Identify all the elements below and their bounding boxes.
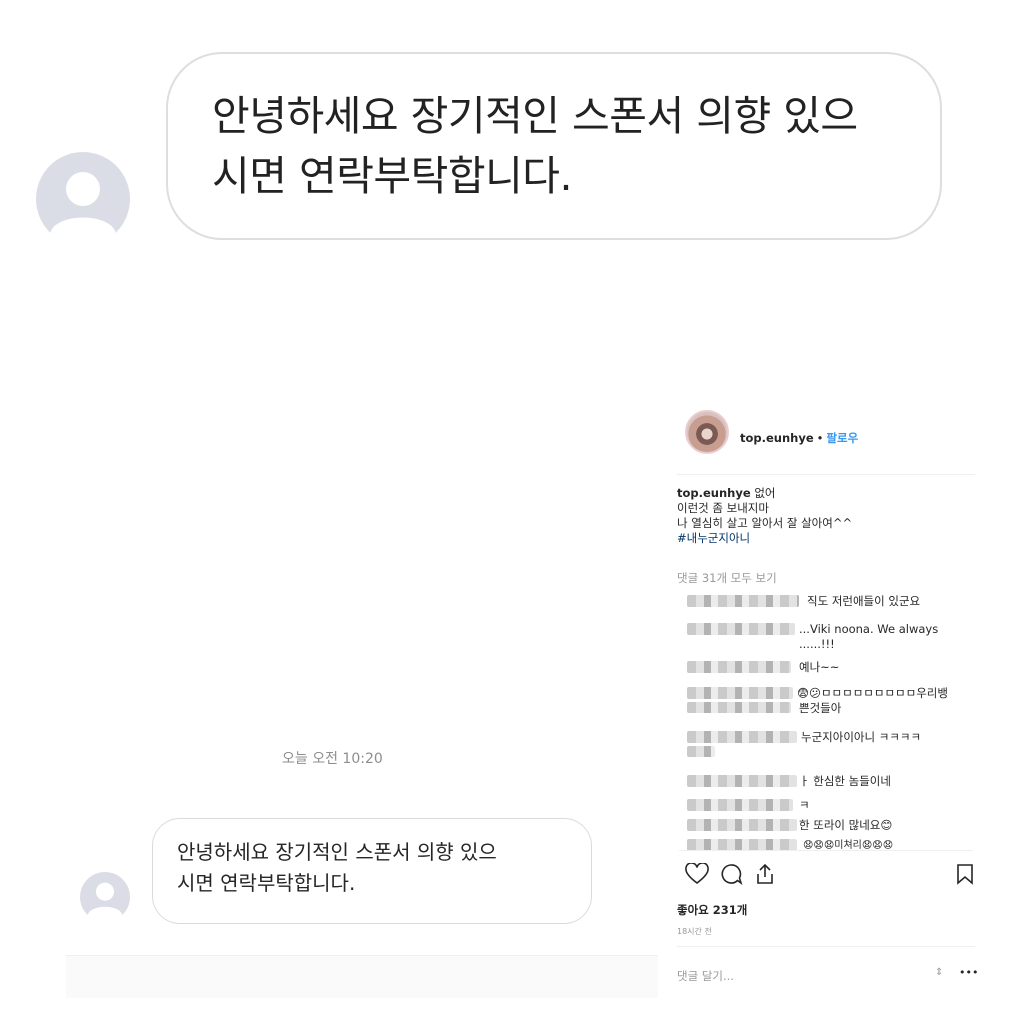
heart-icon[interactable] bbox=[685, 863, 709, 885]
person-icon bbox=[36, 152, 130, 246]
comment-text: ㅏ 한심한 놈들이네 bbox=[799, 774, 891, 788]
divider bbox=[677, 474, 975, 475]
caption-username[interactable]: top.eunhye bbox=[677, 486, 751, 500]
message-input-bar[interactable] bbox=[66, 955, 658, 998]
caption-line: 없어 bbox=[754, 486, 776, 500]
comment-text: 누군지아이아니 ㅋㅋㅋㅋ bbox=[801, 730, 922, 744]
comment-text: 직도 저런애들이 있군요 bbox=[807, 594, 921, 608]
scroll-arrows-icon[interactable]: ⇕ bbox=[935, 967, 943, 978]
more-options-button[interactable]: ••• bbox=[959, 966, 978, 979]
caption-line: 나 열심히 살고 알아서 잘 살아여^^ bbox=[677, 516, 853, 530]
sender-avatar[interactable] bbox=[80, 872, 130, 922]
share-icon[interactable] bbox=[753, 863, 777, 885]
username-link[interactable]: top.eunhye bbox=[740, 431, 814, 445]
comment-text: 쁜것들아 bbox=[799, 701, 842, 715]
instagram-post-panel: top.eunhye • 팔로우 top.eunhye 없어 이런것 좀 보내지마 … bbox=[677, 402, 978, 1002]
blurred-username bbox=[687, 661, 791, 673]
add-comment-input[interactable]: 댓글 달기... bbox=[677, 968, 734, 984]
comment-text: 예나~~ bbox=[799, 660, 840, 674]
blurred-username bbox=[687, 799, 793, 811]
blurred-username bbox=[687, 595, 799, 607]
message-text-line: 시면 연락부탁합니다. bbox=[177, 871, 356, 895]
profile-avatar[interactable] bbox=[685, 410, 729, 454]
comment-text: 한 또라이 많네요😊 bbox=[799, 818, 893, 832]
blurred-username bbox=[687, 746, 715, 757]
hashtag-link[interactable]: #내누군지아니 bbox=[677, 531, 967, 546]
caption-line: 이런것 좀 보내지마 bbox=[677, 501, 769, 515]
comment-text: ...Viki noona. We always bbox=[799, 622, 939, 636]
comment-item: 누군지아이아니 ㅋㅋㅋㅋ bbox=[677, 730, 973, 760]
comment-text: ......!!! bbox=[799, 637, 835, 651]
blurred-username bbox=[687, 819, 797, 831]
comment-item: 😨😕ㅁㅁㅁㅁㅁㅁㅁㅁㅁ우리뱅 쁜것들아 bbox=[677, 686, 973, 716]
separator-dot: • bbox=[816, 431, 824, 445]
comment-text: ㅋ bbox=[799, 798, 810, 812]
comment-item: ...Viki noona. We always ......!!! bbox=[677, 622, 973, 652]
message-text-line: 안녕하세요 장기적인 스폰서 의향 있으 bbox=[212, 92, 858, 140]
person-icon bbox=[80, 872, 130, 922]
post-header: top.eunhye • 팔로우 bbox=[740, 430, 858, 446]
sender-avatar-large bbox=[36, 152, 130, 246]
comment-item: 직도 저런애들이 있군요 bbox=[677, 594, 973, 624]
likes-count[interactable]: 좋아요 231개 bbox=[677, 902, 747, 918]
message-text-line: 안녕하세요 장기적인 스폰서 의향 있으 bbox=[177, 840, 497, 864]
message-timestamp: 오늘 오전 10:20 bbox=[282, 751, 383, 767]
blurred-username bbox=[687, 623, 795, 635]
blurred-username bbox=[687, 775, 797, 787]
bookmark-icon[interactable] bbox=[955, 863, 975, 885]
post-time: 18시간 전 bbox=[677, 927, 712, 936]
divider bbox=[677, 946, 975, 947]
blurred-username bbox=[687, 687, 793, 699]
post-actions-bar bbox=[679, 850, 973, 889]
blurred-username bbox=[687, 731, 797, 743]
post-caption: top.eunhye 없어 이런것 좀 보내지마 나 열심히 살고 알아서 잘 … bbox=[677, 486, 967, 546]
follow-button[interactable]: 팔로우 bbox=[826, 431, 858, 445]
message-bubble-large: 안녕하세요 장기적인 스폰서 의향 있으 시면 연락부탁합니다. bbox=[166, 52, 942, 240]
blurred-username bbox=[687, 702, 791, 713]
comment-text: 😨😕ㅁㅁㅁㅁㅁㅁㅁㅁㅁ우리뱅 bbox=[797, 686, 948, 700]
view-all-comments-link[interactable]: 댓글 31개 모두 보기 bbox=[677, 570, 777, 586]
message-text-line: 시면 연락부탁합니다. bbox=[212, 152, 573, 200]
message-bubble[interactable]: 안녕하세요 장기적인 스폰서 의향 있으 시면 연락부탁합니다. bbox=[152, 818, 592, 924]
comment-icon[interactable] bbox=[719, 863, 743, 885]
